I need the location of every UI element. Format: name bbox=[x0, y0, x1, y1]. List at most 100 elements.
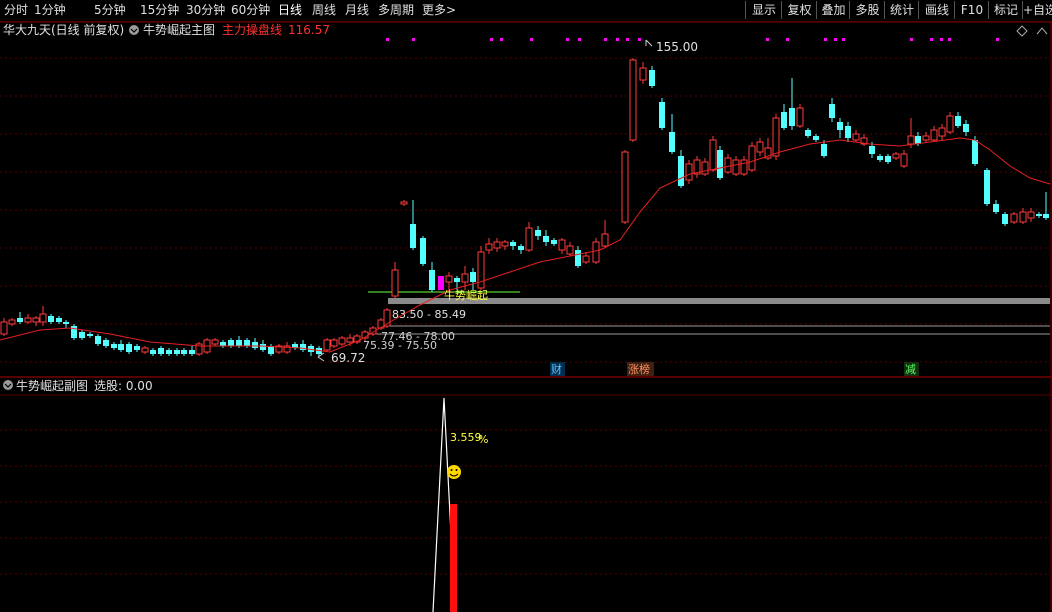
candle-body bbox=[220, 342, 226, 346]
zone-label-1: 83.50 - 85.49 bbox=[392, 308, 466, 321]
signal-dot bbox=[412, 38, 415, 41]
candle-body bbox=[56, 318, 62, 322]
candle-body bbox=[877, 156, 883, 160]
candle-body bbox=[134, 346, 140, 350]
candle-body bbox=[629, 59, 637, 141]
signal-dot bbox=[996, 38, 999, 41]
signal-dot bbox=[786, 38, 789, 41]
candle-body bbox=[659, 102, 665, 128]
candle-body bbox=[781, 112, 787, 128]
sub-red-bar bbox=[450, 504, 457, 612]
low-price-label: 69.72 bbox=[331, 351, 365, 365]
candle-body bbox=[174, 350, 180, 354]
candle-body bbox=[892, 153, 900, 159]
candle-body bbox=[535, 230, 541, 236]
candle-body bbox=[63, 322, 69, 324]
candle-body bbox=[236, 340, 242, 346]
candle-body bbox=[391, 269, 399, 297]
candle-body bbox=[493, 241, 501, 249]
candle-body bbox=[639, 67, 647, 81]
candle-body bbox=[445, 275, 453, 283]
candle-body bbox=[501, 241, 509, 247]
candle-body bbox=[701, 161, 709, 175]
signal-dot bbox=[604, 38, 607, 41]
signal-dot bbox=[842, 38, 845, 41]
candle-body bbox=[938, 127, 946, 137]
select-stock-value: 选股: 0.00 bbox=[94, 379, 153, 393]
candle-body bbox=[485, 243, 493, 251]
event-tag-gainers[interactable]: 涨榜 bbox=[628, 362, 650, 376]
candle-body bbox=[525, 227, 533, 251]
candle-body bbox=[907, 135, 915, 145]
candle-body bbox=[621, 151, 629, 223]
candle-body bbox=[346, 337, 354, 343]
candle-body bbox=[669, 132, 675, 152]
candle-body bbox=[900, 153, 908, 167]
candle-body bbox=[438, 276, 444, 290]
signal-dot bbox=[500, 38, 503, 41]
signal-dot bbox=[578, 38, 581, 41]
candle-body bbox=[930, 129, 938, 141]
candle-body bbox=[915, 136, 921, 144]
candle-body bbox=[260, 344, 266, 350]
candle-body bbox=[601, 233, 609, 247]
sub-peak-unit: % bbox=[478, 433, 488, 446]
sub-indicator-chevron-down-icon[interactable] bbox=[3, 380, 13, 390]
candle-body bbox=[103, 340, 109, 346]
signal-dot bbox=[940, 38, 943, 41]
high-price-label: 155.00 bbox=[656, 40, 698, 54]
candle-body bbox=[837, 122, 843, 130]
event-tag-financial[interactable]: 财 bbox=[551, 362, 562, 376]
candle-body bbox=[756, 141, 764, 153]
candle-body bbox=[189, 350, 195, 354]
candle-body bbox=[805, 130, 811, 136]
diamond-icon[interactable] bbox=[1016, 25, 1028, 37]
candle-body bbox=[166, 350, 172, 354]
candle-body bbox=[1002, 214, 1008, 224]
candle-body bbox=[429, 270, 435, 290]
signal-dot bbox=[386, 38, 389, 41]
candle-body bbox=[869, 146, 875, 154]
candle-body bbox=[709, 139, 717, 171]
candle-body bbox=[8, 319, 16, 325]
candle-body bbox=[17, 318, 23, 322]
candle-body bbox=[454, 278, 460, 282]
candle-body bbox=[518, 246, 524, 250]
signal-dot bbox=[824, 38, 827, 41]
candle-body bbox=[955, 116, 961, 126]
candle-body bbox=[79, 332, 85, 338]
signal-dot bbox=[566, 38, 569, 41]
candle-body bbox=[789, 108, 795, 126]
event-tag-reduce[interactable]: 减 bbox=[905, 363, 916, 376]
candle-body bbox=[1010, 213, 1018, 223]
sub-indicator-name[interactable]: 牛势崛起副图 bbox=[16, 378, 88, 393]
signal-dot bbox=[626, 38, 629, 41]
candle-body bbox=[338, 337, 346, 345]
candle-body bbox=[678, 156, 684, 186]
candle-body bbox=[323, 339, 331, 351]
candle-body bbox=[87, 334, 93, 336]
candle-body bbox=[821, 144, 827, 156]
candle-body bbox=[551, 240, 557, 244]
candle-body bbox=[1019, 211, 1027, 223]
candle-body bbox=[228, 340, 234, 346]
candle-body bbox=[400, 201, 408, 205]
ma-line bbox=[0, 137, 1051, 353]
candle-body bbox=[24, 317, 32, 323]
candle-body bbox=[740, 159, 748, 175]
candle-body bbox=[829, 104, 835, 118]
candle-body bbox=[993, 204, 999, 212]
chevron-up-icon[interactable] bbox=[1036, 27, 1048, 35]
candle-body bbox=[244, 340, 250, 346]
main-indicator-name[interactable]: 牛势崛起主图 bbox=[143, 22, 215, 37]
candle-body bbox=[796, 107, 804, 127]
candle-body bbox=[885, 156, 891, 162]
candle-body bbox=[410, 224, 416, 248]
candle-body bbox=[150, 350, 156, 354]
ma-line-label: 主力操盘线 bbox=[222, 22, 282, 37]
candle-body bbox=[0, 321, 8, 335]
candle-body bbox=[772, 117, 780, 157]
main-indicator-chevron-down-icon[interactable] bbox=[129, 25, 139, 35]
candle-body bbox=[510, 242, 516, 246]
grid-lines bbox=[0, 57, 1050, 575]
